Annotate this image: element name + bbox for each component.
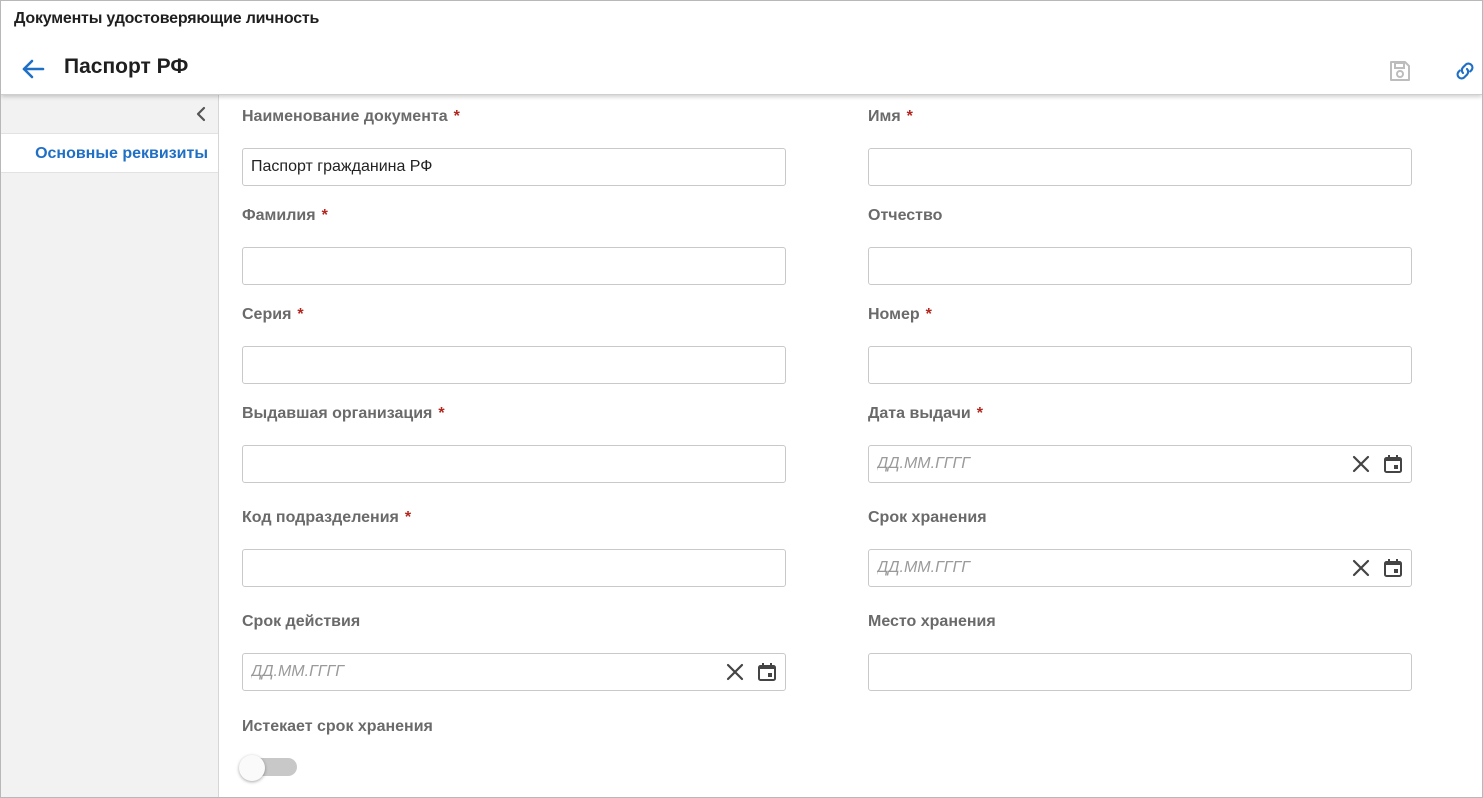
form-area: Наименование документа* Фамилия* Серия* … bbox=[219, 95, 1482, 797]
calendar-icon bbox=[758, 663, 776, 681]
first-name-input[interactable] bbox=[868, 148, 1412, 186]
close-icon bbox=[726, 663, 744, 681]
division-code-input[interactable] bbox=[242, 549, 786, 587]
field-label: Имя bbox=[868, 108, 901, 125]
collapse-sidebar-button[interactable] bbox=[191, 103, 211, 125]
doc-name-input[interactable] bbox=[242, 148, 786, 186]
close-icon bbox=[1352, 559, 1370, 577]
required-marker: * bbox=[453, 108, 460, 125]
clear-date-button[interactable] bbox=[1350, 453, 1372, 475]
field-label: Номер bbox=[868, 306, 920, 323]
link-icon bbox=[1456, 62, 1474, 80]
last-name-input[interactable] bbox=[242, 247, 786, 285]
calendar-icon bbox=[1384, 559, 1402, 577]
toggle-knob bbox=[239, 755, 265, 781]
save-button[interactable] bbox=[1386, 57, 1414, 85]
field-division-code: Код подразделения * bbox=[242, 507, 786, 587]
page-title: Паспорт РФ bbox=[64, 55, 189, 78]
sidebar-item-main-details[interactable]: Основные реквизиты bbox=[1, 133, 218, 173]
clear-date-button[interactable] bbox=[1350, 557, 1372, 579]
chevron-left-icon bbox=[196, 106, 206, 122]
save-icon bbox=[1390, 61, 1410, 81]
field-number: Номер * bbox=[868, 304, 1412, 384]
field-series: Серия * bbox=[242, 304, 786, 384]
storage-expires-toggle[interactable] bbox=[239, 755, 297, 781]
field-last-name: Фамилия * bbox=[242, 205, 786, 285]
storage-place-input[interactable] bbox=[868, 653, 1412, 691]
sidebar: Основные реквизиты bbox=[1, 95, 219, 797]
field-label: Выдавшая организация bbox=[242, 405, 433, 422]
field-storage-expires: Истекает срок хранения bbox=[242, 716, 786, 738]
field-label: Срок действия bbox=[242, 613, 361, 630]
calendar-button[interactable] bbox=[1382, 453, 1404, 475]
field-first-name: Имя * bbox=[868, 106, 1412, 186]
field-label: Наименование документа bbox=[242, 108, 448, 125]
back-button[interactable] bbox=[19, 56, 47, 82]
field-issuer: Выдавшая организация * bbox=[242, 403, 786, 483]
field-issue-date: Дата выдачи * bbox=[868, 403, 1412, 483]
arrow-left-icon bbox=[22, 59, 45, 79]
storage-term-date-input[interactable] bbox=[868, 549, 1412, 587]
calendar-icon bbox=[1384, 455, 1402, 473]
sidebar-item-label: Основные реквизиты bbox=[35, 145, 208, 162]
field-storage-place: Место хранения bbox=[868, 611, 1412, 691]
app-window: Документы удостоверяющие личность Паспор… bbox=[0, 0, 1483, 798]
field-patronymic: Отчество bbox=[868, 205, 1412, 285]
required-marker: * bbox=[438, 405, 445, 422]
copy-link-button[interactable] bbox=[1451, 57, 1479, 85]
issuer-input[interactable] bbox=[242, 445, 786, 483]
required-marker: * bbox=[404, 509, 412, 526]
field-storage-term: Срок хранения bbox=[868, 507, 1412, 587]
issue-date-input[interactable] bbox=[868, 445, 1412, 483]
field-label: Отчество bbox=[868, 207, 943, 224]
page-header: Документы удостоверяющие личность Паспор… bbox=[1, 1, 1482, 95]
field-label: Фамилия bbox=[242, 207, 316, 224]
validity-term-date-input[interactable] bbox=[242, 653, 786, 691]
field-doc-name: Наименование документа * bbox=[242, 106, 786, 186]
close-icon bbox=[1352, 455, 1370, 473]
required-marker: * bbox=[925, 306, 932, 323]
required-marker: * bbox=[297, 306, 304, 323]
field-label: Срок хранения bbox=[868, 509, 987, 526]
field-label: Дата выдачи bbox=[868, 405, 971, 422]
patronymic-input[interactable] bbox=[868, 247, 1412, 285]
required-marker: * bbox=[976, 405, 983, 422]
field-label: Место хранения bbox=[868, 613, 996, 630]
number-input[interactable] bbox=[868, 346, 1412, 384]
clear-date-button[interactable] bbox=[724, 661, 746, 683]
required-marker: * bbox=[906, 108, 913, 125]
calendar-button[interactable] bbox=[756, 661, 778, 683]
field-label: Истекает срок хранения bbox=[242, 718, 433, 735]
breadcrumb[interactable]: Документы удостоверяющие личность bbox=[14, 10, 319, 28]
series-input[interactable] bbox=[242, 346, 786, 384]
required-marker: * bbox=[321, 207, 328, 224]
field-label: Серия bbox=[242, 306, 292, 323]
calendar-button[interactable] bbox=[1382, 557, 1404, 579]
field-validity-term: Срок действия bbox=[242, 611, 786, 691]
field-label: Код подразделения bbox=[242, 509, 399, 526]
